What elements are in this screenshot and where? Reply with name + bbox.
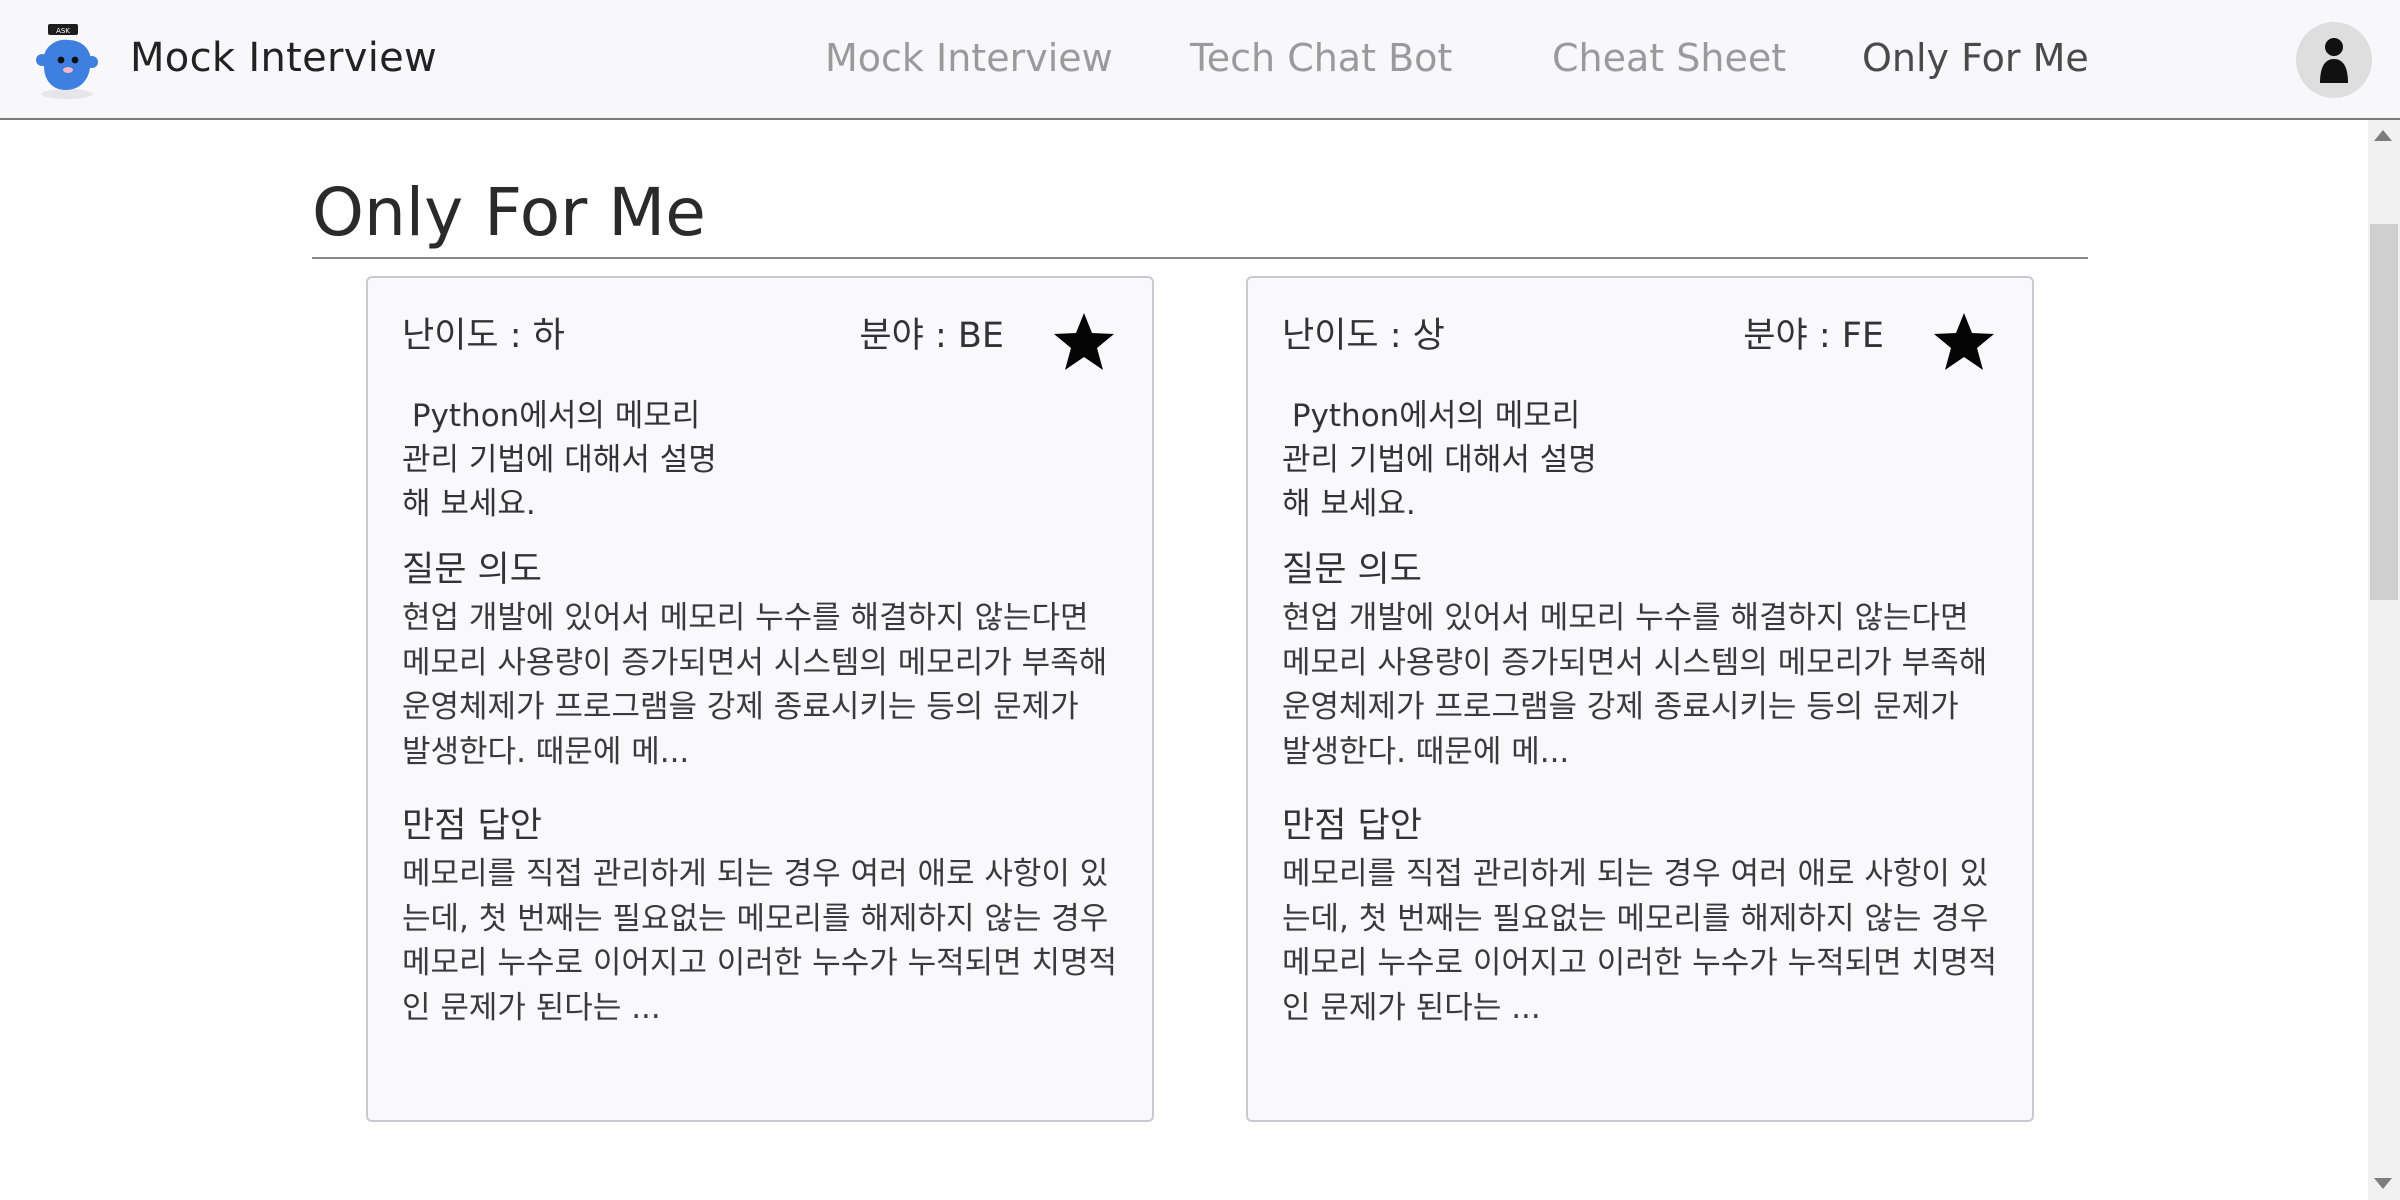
scroll-down-arrow-icon[interactable]: [2374, 1178, 2392, 1189]
question-line: 관리 기법에 대해서 설명: [402, 442, 717, 478]
nav-mock-interview[interactable]: Mock Interview: [825, 30, 1113, 86]
app-title[interactable]: Mock Interview: [130, 30, 437, 86]
nav-only-for-me[interactable]: Only For Me: [1862, 30, 2089, 86]
star-icon: [1934, 313, 1994, 370]
intent-text: 현업 개발에 있어서 메모리 누수를 해결하지 않는다면 메모리 사용량이 증가…: [1282, 596, 2022, 774]
question-text: Python에서의 메모리 관리 기법에 대해서 설명 해 보세요.: [402, 394, 742, 526]
star-icon: [1054, 313, 1114, 370]
favorite-star-button[interactable]: [1052, 310, 1116, 374]
user-avatar-button[interactable]: [2296, 22, 2372, 98]
field-label: 분야 : FE: [1743, 316, 1884, 356]
intent-line: 메모리 사용량이 증가되면서 시스템의 메모리가 부족해: [402, 644, 1108, 681]
answer-line: 인 문제가 된다는 ...: [402, 989, 661, 1026]
answer-line: 메모리를 직접 관리하게 되는 경우 여러 애로 사항이 있: [402, 856, 1109, 892]
user-icon: [2320, 38, 2348, 83]
favorite-star-button[interactable]: [1932, 310, 1996, 374]
answer-heading: 만점 답안: [1282, 806, 1422, 846]
answer-line: 는데, 첫 번째는 필요없는 메모리를 해제하지 않는 경우: [1282, 900, 1989, 937]
question-line: Python에서의 메모리: [402, 398, 701, 434]
app-logo[interactable]: ASK: [34, 20, 100, 100]
intent-line: 발생한다. 때문에 메...: [402, 733, 690, 770]
intent-line: 현업 개발에 있어서 메모리 누수를 해결하지 않는다면: [1282, 600, 1969, 636]
question-card[interactable]: 난이도 : 하 분야 : BE Python에서의 메모리 관리 기법에 대해서…: [366, 276, 1154, 1122]
answer-line: 인 문제가 된다는 ...: [1282, 989, 1541, 1026]
field-label: 분야 : BE: [859, 316, 1004, 356]
logo-flag-text: ASK: [56, 27, 70, 35]
answer-line: 메모리를 직접 관리하게 되는 경우 여러 애로 사항이 있: [1282, 856, 1989, 892]
intent-line: 운영체제가 프로그램을 강제 종료시키는 등의 문제가: [402, 689, 1079, 725]
question-text: Python에서의 메모리 관리 기법에 대해서 설명 해 보세요.: [1282, 394, 1622, 526]
question-line: 해 보세요.: [1282, 486, 1416, 522]
scrollbar-thumb[interactable]: [2370, 224, 2398, 600]
question-card[interactable]: 난이도 : 상 분야 : FE Python에서의 메모리 관리 기법에 대해서…: [1246, 276, 2034, 1122]
answer-text: 메모리를 직접 관리하게 되는 경우 여러 애로 사항이 있 는데, 첫 번째는…: [402, 852, 1142, 1030]
title-divider: [312, 257, 2088, 259]
intent-heading: 질문 의도: [1282, 550, 1422, 590]
nav-tech-chat-bot[interactable]: Tech Chat Bot: [1190, 30, 1452, 86]
top-nav-bar: ASK Mock Interview Mock Interview Tech C…: [0, 0, 2400, 120]
question-line: Python에서의 메모리: [1282, 398, 1581, 434]
nav-cheat-sheet[interactable]: Cheat Sheet: [1552, 30, 1786, 86]
answer-line: 는데, 첫 번째는 필요없는 메모리를 해제하지 않는 경우: [402, 900, 1109, 937]
question-line: 관리 기법에 대해서 설명: [1282, 442, 1597, 478]
question-line: 해 보세요.: [402, 486, 536, 522]
answer-line: 메모리 누수로 이어지고 이러한 누수가 누적되면 치명적: [1282, 945, 1998, 981]
page-title: Only For Me: [312, 174, 706, 251]
intent-line: 운영체제가 프로그램을 강제 종료시키는 등의 문제가: [1282, 689, 1959, 725]
answer-heading: 만점 답안: [402, 806, 542, 846]
intent-line: 현업 개발에 있어서 메모리 누수를 해결하지 않는다면: [402, 600, 1089, 636]
intent-text: 현업 개발에 있어서 메모리 누수를 해결하지 않는다면 메모리 사용량이 증가…: [402, 596, 1142, 774]
intent-line: 메모리 사용량이 증가되면서 시스템의 메모리가 부족해: [1282, 644, 1988, 681]
answer-text: 메모리를 직접 관리하게 되는 경우 여러 애로 사항이 있 는데, 첫 번째는…: [1282, 852, 2022, 1030]
intent-line: 발생한다. 때문에 메...: [1282, 733, 1570, 770]
scroll-up-arrow-icon[interactable]: [2374, 130, 2392, 141]
intent-heading: 질문 의도: [402, 550, 542, 590]
answer-line: 메모리 누수로 이어지고 이러한 누수가 누적되면 치명적: [402, 945, 1118, 981]
mascot-logo-icon: ASK: [36, 24, 98, 99]
